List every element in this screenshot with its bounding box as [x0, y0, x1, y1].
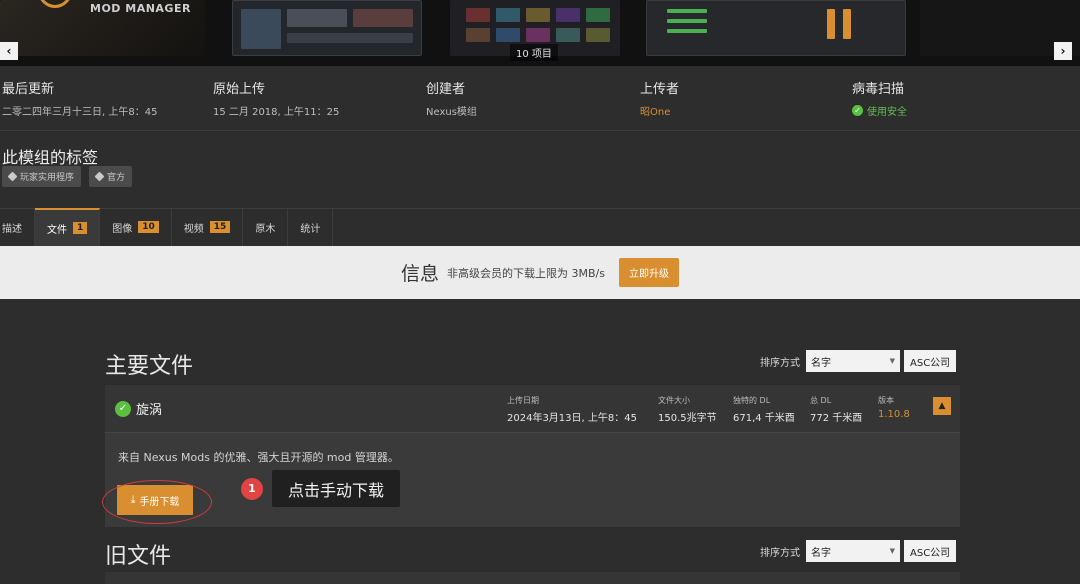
stat-label: 上传日期: [507, 396, 539, 405]
image-count: 10 项目: [510, 44, 558, 61]
file-description: 来自 Nexus Mods 的优雅、强大且开源的 mod 管理器。: [118, 451, 399, 464]
meta-creator: 创建者 Nexus模组: [426, 78, 477, 118]
meta-label: 创建者: [426, 82, 466, 97]
stat-unique-dl: 独特的 DL 671,4 千米酉: [733, 395, 795, 424]
tab-label: 描述: [2, 223, 22, 235]
meta-last-updated: 最后更新 二零二四年三月十三日, 上午8：45: [2, 78, 157, 118]
info-text: 非高级会员的下载上限为 3MB/s: [447, 266, 605, 280]
stat-total-dl: 总 DL 772 千米酉: [810, 395, 862, 424]
chevron-down-icon: ▼: [889, 357, 895, 365]
tag-icon: [7, 171, 18, 182]
meta-uploader: 上传者 昭One: [640, 78, 679, 118]
meta-value: 15 二月 2018, 上午11：25: [213, 107, 340, 118]
stat-value: 1.10.8: [878, 409, 910, 420]
stat-label: 文件大小: [658, 396, 690, 405]
uploader-link[interactable]: 昭One: [640, 103, 679, 118]
main-files-title: 主要文件: [105, 354, 194, 379]
chevron-down-icon: ▼: [889, 547, 895, 555]
tab-stats[interactable]: 统计: [288, 208, 334, 246]
sort-select[interactable]: 名字 ▼: [806, 350, 900, 372]
tag-item[interactable]: 玩家实用程序: [2, 166, 82, 187]
file-card: ✓ 旋涡 上传日期 2024年3月13日, 上午8：45 文件大小 150.5兆…: [105, 385, 960, 527]
tab-label: 视频: [183, 223, 204, 235]
tab-label: 图像: [112, 223, 133, 235]
stat-label: 独特的 DL: [733, 396, 771, 405]
file-name: ✓ 旋涡: [115, 399, 162, 418]
tab-label: 文件: [47, 224, 67, 236]
stat-label: 总 DL: [810, 396, 832, 405]
meta-virus-scan: 病毒扫描 ✓ 使用安全: [852, 78, 907, 118]
tab-description[interactable]: 描述: [0, 208, 35, 246]
meta-label: 原始上传: [213, 82, 266, 97]
meta-label: 上传者: [640, 82, 680, 97]
chevron-up-icon[interactable]: ▲: [933, 397, 951, 415]
stat-value: 671,4 千米酉: [733, 413, 795, 424]
info-banner: 信息 非高级会员的下载上限为 3MB/s 立即升级: [0, 246, 1080, 299]
sort-direction-button[interactable]: ASC公司: [904, 540, 957, 562]
tab-badge: 15: [209, 221, 231, 233]
sort-label: 排序方式: [760, 357, 800, 369]
virus-scan-text: 使用安全: [867, 107, 907, 118]
stat-version: 版本 1.10.8: [878, 395, 910, 420]
stat-value: 150.5兆字节: [658, 413, 717, 424]
tab-label: 原木: [255, 223, 276, 235]
gallery-thumb-2[interactable]: [232, 0, 422, 56]
sort-value: 名字: [811, 357, 831, 369]
logo-text: MOD MANAGER: [90, 2, 191, 15]
sort-value: 名字: [811, 547, 831, 559]
tab-files[interactable]: 文件 1: [35, 208, 101, 246]
mod-tabs: 描述 文件 1 图像 10 视频 15 原木 统计: [0, 208, 334, 246]
tab-images[interactable]: 图像 10: [100, 208, 172, 246]
file-name-text: 旋涡: [136, 403, 163, 418]
callout-number: 1: [241, 478, 263, 500]
image-gallery[interactable]: MOD MANAGER 10 项目 ‹ ›: [0, 0, 1080, 66]
tag-item[interactable]: 官方: [89, 166, 133, 187]
tab-badge: 1: [73, 222, 88, 234]
tag-icon: [94, 171, 105, 182]
stat-value: 772 千米酉: [810, 413, 863, 424]
tab-videos[interactable]: 视频 15: [172, 208, 244, 246]
upgrade-button[interactable]: 立即升级: [618, 258, 679, 287]
meta-label: 最后更新: [2, 82, 55, 97]
vortex-logo-icon: [38, 0, 72, 8]
gallery-thumb-1[interactable]: MOD MANAGER: [0, 0, 205, 56]
main-files-sort: 排序方式 名字 ▼ ASC公司: [760, 350, 957, 372]
sort-select[interactable]: 名字 ▼: [806, 540, 900, 562]
info-title: 信息: [401, 263, 440, 285]
check-circle-icon: ✓: [115, 400, 131, 417]
old-files-sort: 排序方式 名字 ▼ ASC公司: [760, 540, 957, 562]
old-files-title: 旧文件: [105, 544, 172, 569]
highlight-ring: [102, 480, 212, 524]
tag-list: 玩家实用程序 官方: [2, 166, 133, 187]
tag-label: 玩家实用程序: [20, 173, 75, 183]
meta-label: 病毒扫描: [852, 82, 905, 97]
virus-scan-status: ✓ 使用安全: [852, 103, 907, 118]
meta-value: Nexus模组: [426, 107, 477, 118]
tab-label: 统计: [300, 223, 321, 235]
gallery-thumb-4[interactable]: [646, 0, 906, 56]
tags-title: 此模组的标签: [2, 148, 99, 167]
stat-value: 2024年3月13日, 上午8：45: [507, 413, 637, 424]
chevron-right-icon[interactable]: ›: [1054, 42, 1072, 60]
stat-label: 版本: [878, 396, 894, 405]
stat-file-size: 文件大小 150.5兆字节: [658, 395, 717, 424]
old-files-card: [105, 572, 960, 584]
sort-direction-button[interactable]: ASC公司: [904, 350, 957, 372]
stat-upload-date: 上传日期 2024年3月13日, 上午8：45: [507, 395, 637, 424]
tab-badge: 10: [138, 221, 159, 233]
tab-logs[interactable]: 原木: [243, 208, 289, 246]
meta-original-upload: 原始上传 15 二月 2018, 上午11：25: [213, 78, 339, 118]
sort-label: 排序方式: [760, 547, 800, 559]
chevron-left-icon[interactable]: ‹: [0, 42, 18, 60]
file-header[interactable]: ✓ 旋涡 上传日期 2024年3月13日, 上午8：45 文件大小 150.5兆…: [105, 385, 960, 433]
divider: [0, 130, 1080, 131]
tag-label: 官方: [107, 173, 126, 183]
meta-value: 二零二四年三月十三日, 上午8：45: [2, 107, 158, 118]
shield-check-icon: ✓: [852, 105, 863, 116]
callout-text: 点击手动下载: [272, 470, 400, 507]
